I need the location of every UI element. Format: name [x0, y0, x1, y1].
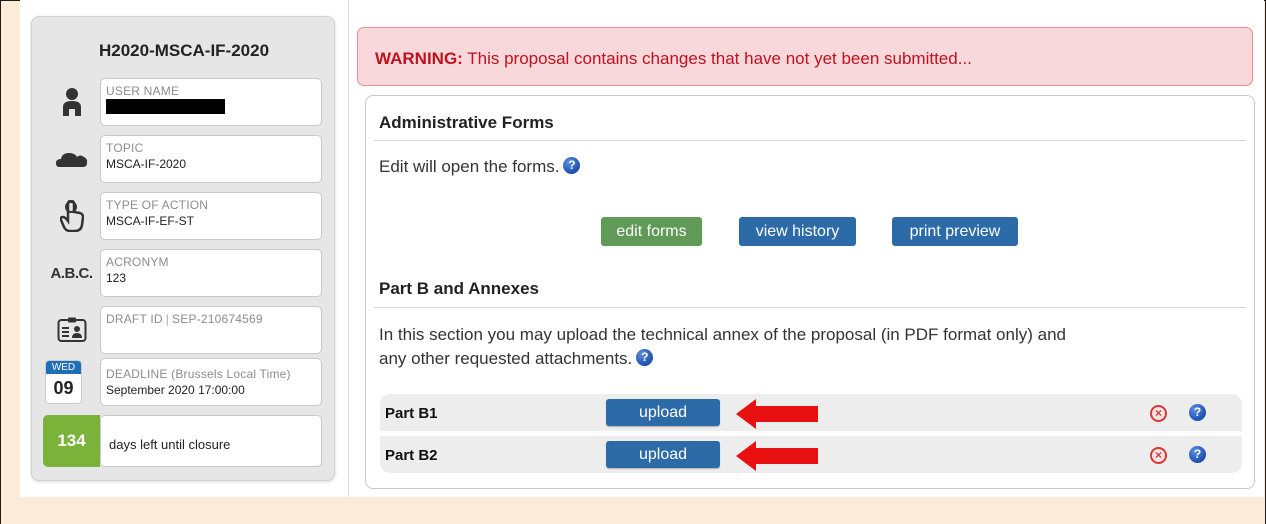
admin-text: Edit will open the forms. [379, 157, 560, 176]
abc-icon: A.B.C. [43, 249, 100, 297]
days-left-box: days left until closure [100, 415, 322, 467]
draft-label-line: DRAFT ID | SEP-210674569 [106, 312, 321, 326]
deadline-weekday: WED [46, 361, 81, 374]
view-history-button[interactable]: view history [739, 217, 856, 246]
deadline-value: September 2020 17:00:00 [106, 383, 245, 397]
part-b1-row: Part B1 upload × ? [380, 394, 1242, 431]
type-of-action-value: MSCA-IF-EF-ST [106, 214, 194, 228]
draft-label: DRAFT ID [106, 312, 163, 326]
part-b-description: In this section you may upload the techn… [379, 323, 1066, 371]
acronym-box: ACRONYM 123 [100, 249, 322, 297]
part-b-text-line2: any other requested attachments. [379, 349, 633, 368]
user-icon [43, 78, 100, 126]
days-left-count: 134 [43, 415, 100, 467]
red-arrow-icon [736, 399, 818, 429]
topic-value: MSCA-IF-2020 [106, 157, 187, 171]
draft-id-value: SEP-210674569 [172, 312, 263, 326]
draft-box: DRAFT ID | SEP-210674569 [100, 306, 322, 354]
part-b-divider [374, 307, 1246, 308]
type-of-action-label: TYPE OF ACTION [106, 198, 209, 212]
proposal-sidebar: H2020-MSCA-IF-2020 USER NAME TOPIC MSCA-… [31, 16, 335, 481]
help-icon[interactable]: ? [1189, 446, 1206, 463]
part-b-heading: Part B and Annexes [379, 279, 539, 298]
topic-box: TOPIC MSCA-IF-2020 [100, 135, 322, 183]
calendar-icon: WED 09 [43, 358, 100, 406]
unsubmitted-warning-banner: WARNING: This proposal contains changes … [357, 27, 1253, 86]
warning-strong: WARNING: [375, 49, 463, 68]
part-b1-upload-button[interactable]: upload [606, 399, 720, 426]
delete-icon[interactable]: × [1150, 447, 1167, 464]
part-b1-label: Part B1 [385, 405, 438, 422]
part-b-text-line1: In this section you may upload the techn… [379, 325, 1066, 344]
deadline-label: DEADLINE (Brussels Local Time) [106, 367, 291, 381]
proposal-panel: Administrative Forms Edit will open the … [365, 95, 1255, 489]
user-box: USER NAME [100, 78, 322, 126]
deadline-box: DEADLINE (Brussels Local Time) September… [100, 358, 322, 406]
type-of-action-box: TYPE OF ACTION MSCA-IF-EF-ST [100, 192, 322, 240]
abc-icon-text: A.B.C. [50, 264, 94, 282]
days-left-row: 134 days left until closure [43, 415, 322, 467]
print-preview-button[interactable]: print preview [892, 217, 1018, 246]
help-icon[interactable]: ? [1189, 404, 1206, 421]
acronym-value: 123 [106, 271, 127, 285]
admin-divider [374, 140, 1246, 141]
part-b-text-line2-wrap: any other requested attachments.? [379, 347, 1066, 371]
admin-description: Edit will open the forms.? [379, 155, 581, 179]
acronym-row: A.B.C. ACRONYM 123 [43, 249, 322, 297]
acronym-label: ACRONYM [106, 255, 169, 269]
hand-pointer-icon [43, 192, 100, 240]
user-label: USER NAME [106, 84, 180, 98]
edit-forms-button[interactable]: edit forms [601, 217, 702, 246]
red-arrow-icon [736, 441, 818, 471]
deadline-row: WED 09 DEADLINE (Brussels Local Time) Se… [43, 358, 322, 406]
topic-row: TOPIC MSCA-IF-2020 [43, 135, 322, 183]
help-icon[interactable]: ? [563, 157, 581, 174]
call-identifier: H2020-MSCA-IF-2020 [98, 41, 270, 60]
draft-row: DRAFT ID | SEP-210674569 [43, 306, 322, 354]
cloud-icon [43, 135, 100, 183]
days-left-text: days left until closure [109, 437, 231, 452]
help-icon[interactable]: ? [636, 349, 654, 366]
draft-separator: | [165, 312, 170, 326]
user-name-redacted [106, 99, 225, 114]
part-b2-upload-button[interactable]: upload [606, 441, 720, 468]
topic-label: TOPIC [106, 141, 144, 155]
delete-icon[interactable]: × [1150, 405, 1167, 422]
calendar-badge: WED 09 [45, 360, 82, 404]
warning-text: This proposal contains changes that have… [462, 49, 972, 68]
id-card-icon [43, 306, 100, 354]
type-of-action-row: TYPE OF ACTION MSCA-IF-EF-ST [43, 192, 322, 240]
administrative-forms-heading: Administrative Forms [379, 113, 554, 132]
part-b2-row: Part B2 upload × ? [380, 436, 1242, 473]
sidebar-divider [348, 0, 349, 497]
deadline-day: 09 [53, 378, 74, 398]
user-row: USER NAME [43, 78, 322, 126]
part-b2-label: Part B2 [385, 447, 438, 464]
